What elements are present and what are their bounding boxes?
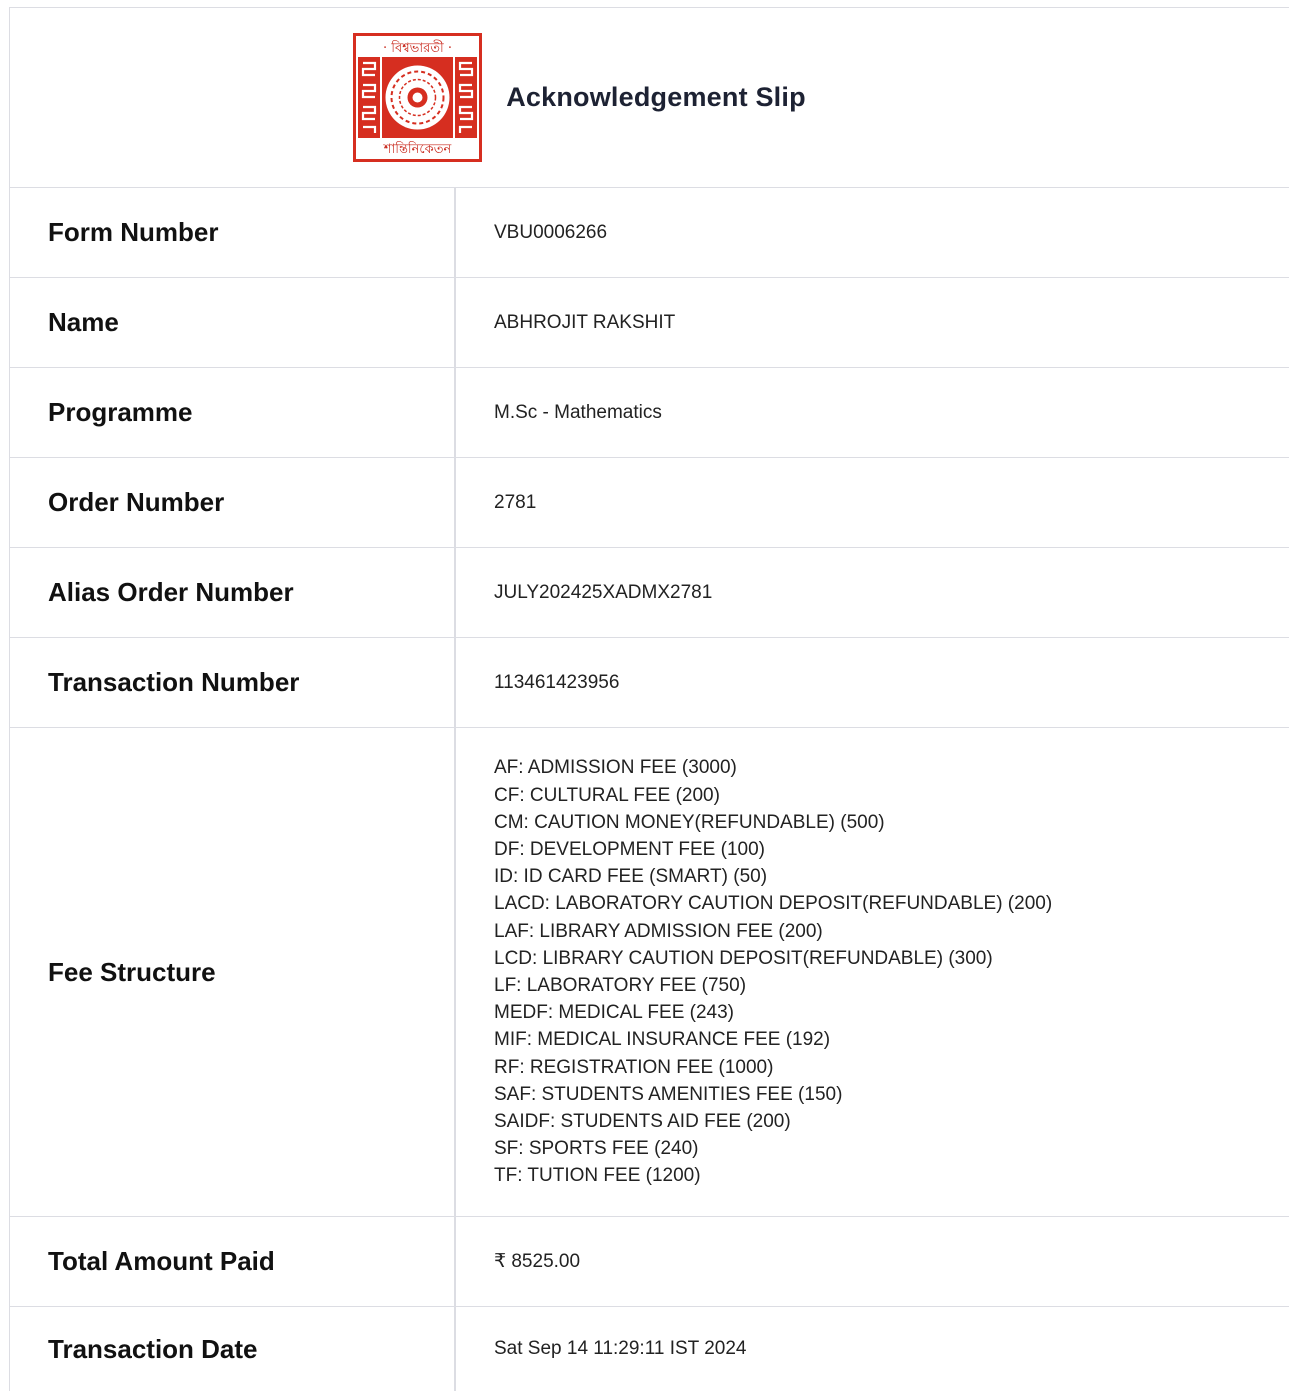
programme-value: M.Sc - Mathematics (494, 401, 662, 423)
alias-order-number-row: Alias Order Number JULY202425XADMX2781 (10, 548, 1289, 638)
lotus-emblem-icon (385, 65, 450, 130)
slip-header: · বিশ্বভারতী · শান্তিনিকেতন Acknowledgem… (10, 8, 1289, 188)
fee-item: LAF: LIBRARY ADMISSION FEE (200) (494, 920, 823, 942)
fee-item: LACD: LABORATORY CAUTION DEPOSIT(REFUNDA… (494, 893, 1053, 915)
fee-structure-value: AF: ADMISSION FEE (3000) CF: CULTURAL FE… (456, 728, 1289, 1216)
university-logo: · বিশ্বভারতী · শান্তিনিকেতন (353, 33, 483, 162)
order-number-value: 2781 (494, 491, 537, 513)
form-number-value: VBU0006266 (494, 221, 608, 243)
fee-item: DF: DEVELOPMENT FEE (100) (494, 838, 765, 860)
name-row: Name ABHROJIT RAKSHIT (10, 278, 1289, 368)
fee-item: SAIDF: STUDENTS AID FEE (200) (494, 1111, 791, 1133)
fee-item: ID: ID CARD FEE (SMART) (50) (494, 866, 768, 888)
total-amount-value: ₹ 8525.00 (494, 1251, 581, 1272)
fee-item: CM: CAUTION MONEY(REFUNDABLE) (500) (494, 811, 885, 833)
fee-item: MEDF: MEDICAL FEE (243) (494, 1002, 735, 1024)
fee-item: TF: TUTION FEE (1200) (494, 1165, 701, 1187)
fee-structure-label: Fee Structure (10, 728, 456, 1216)
fee-item: RF: REGISTRATION FEE (1000) (494, 1056, 774, 1078)
total-amount-label: Total Amount Paid (10, 1217, 456, 1306)
order-number-row: Order Number 2781 (10, 458, 1289, 548)
transaction-number-row: Transaction Number 113461423956 (10, 638, 1289, 728)
fee-list: AF: ADMISSION FEE (3000) CF: CULTURAL FE… (494, 754, 1052, 1189)
page-title: Acknowledgement Slip (506, 82, 806, 112)
name-value: ABHROJIT RAKSHIT (494, 311, 676, 333)
fee-item: AF: ADMISSION FEE (3000) (494, 757, 737, 779)
transaction-date-row: Transaction Date Sat Sep 14 11:29:11 IST… (10, 1307, 1289, 1391)
logo-bottom-text: শান্তিনিকেতন (383, 141, 452, 157)
acknowledgement-slip: · বিশ্বভারতী · শান্তিনিকেতন Acknowledgem… (9, 7, 1289, 1391)
logo-top-text: · বিশ্বভারতী · (383, 40, 452, 56)
form-number-row: Form Number VBU0006266 (10, 188, 1289, 278)
transaction-number-label: Transaction Number (10, 638, 456, 727)
fee-item: SF: SPORTS FEE (240) (494, 1138, 699, 1160)
transaction-date-value: Sat Sep 14 11:29:11 IST 2024 (494, 1338, 747, 1359)
programme-row: Programme M.Sc - Mathematics (10, 368, 1289, 458)
form-number-label: Form Number (10, 188, 456, 277)
name-label: Name (10, 278, 456, 367)
transaction-date-label: Transaction Date (10, 1307, 456, 1391)
fee-structure-row: Fee Structure AF: ADMISSION FEE (3000) C… (10, 728, 1289, 1217)
fee-item: LCD: LIBRARY CAUTION DEPOSIT(REFUNDABLE)… (494, 947, 993, 969)
order-number-label: Order Number (10, 458, 456, 547)
programme-label: Programme (10, 368, 456, 457)
fee-item: CF: CULTURAL FEE (200) (494, 784, 720, 806)
fee-item: LF: LABORATORY FEE (750) (494, 975, 747, 996)
alias-order-number-value: JULY202425XADMX2781 (494, 581, 713, 603)
transaction-number-value: 113461423956 (494, 671, 620, 693)
fee-item: MIF: MEDICAL INSURANCE FEE (192) (494, 1029, 831, 1051)
alias-order-number-label: Alias Order Number (10, 548, 456, 637)
fee-item: SAF: STUDENTS AMENITIES FEE (150) (494, 1083, 843, 1105)
total-amount-row: Total Amount Paid ₹ 8525.00 (10, 1217, 1289, 1307)
